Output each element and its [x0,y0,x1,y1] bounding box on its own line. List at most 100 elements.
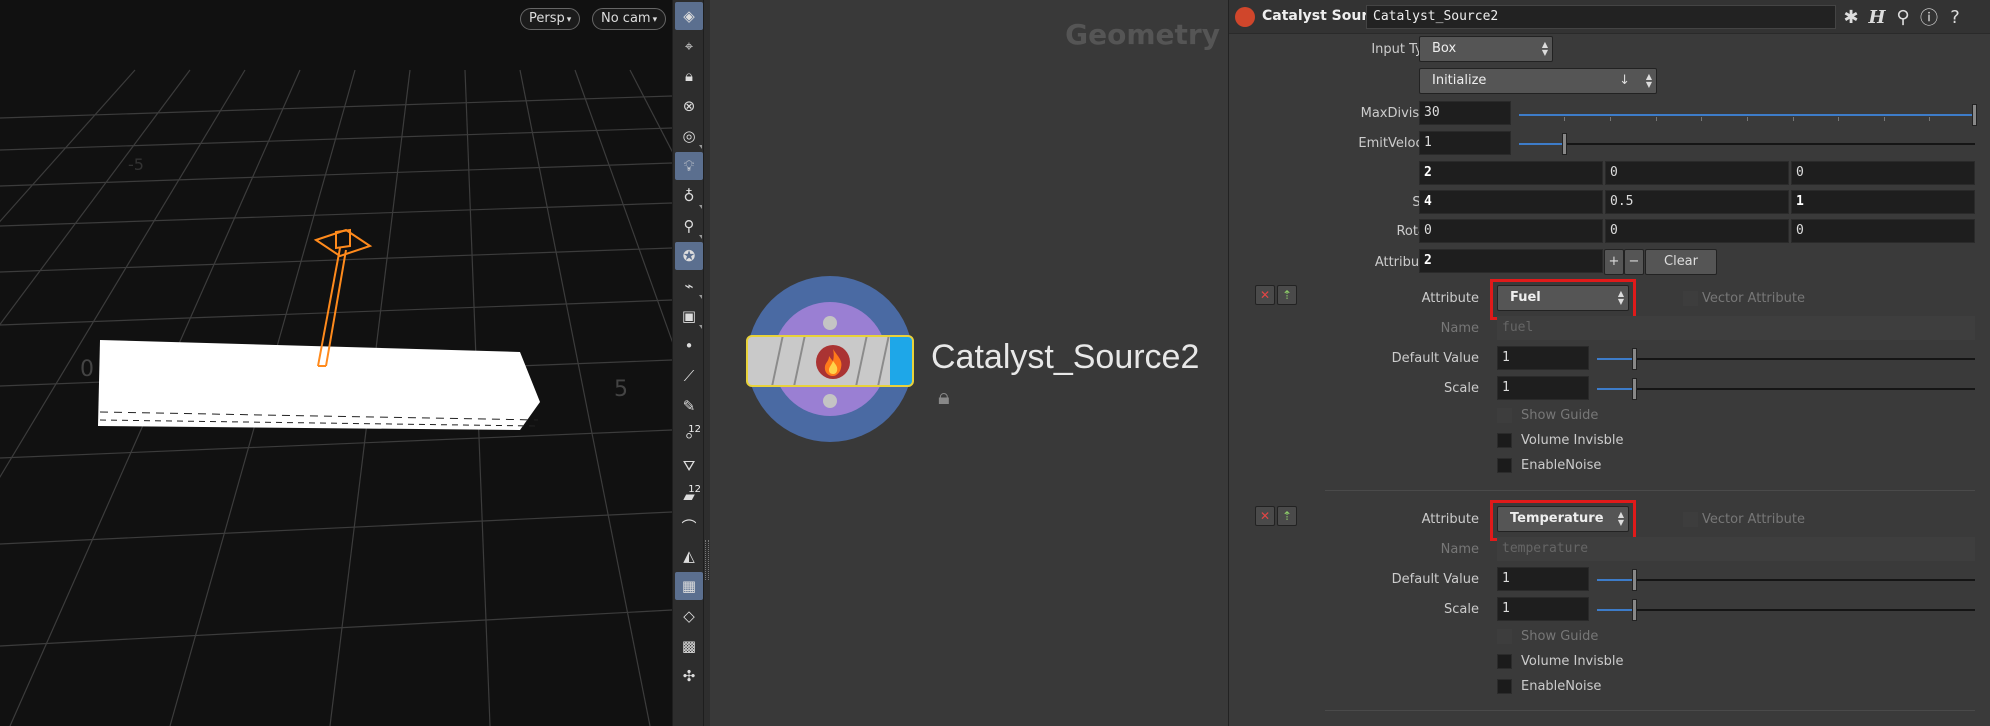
input-type-menu[interactable]: Box ▲ ▼ [1419,36,1553,62]
attr2-scale-slider-fill [1597,609,1635,611]
attr1-scale-slider[interactable] [1597,378,1975,400]
emitvel-slider[interactable] [1519,133,1975,155]
light-button[interactable]: 💡︎ [675,152,703,180]
brush-button[interactable]: ✎ [675,392,703,420]
attr2-default-slider-knob[interactable] [1631,569,1637,591]
gear-icon[interactable]: ✱ [1839,5,1863,29]
attr2-scale-slider[interactable] [1597,599,1975,621]
emitvel-field[interactable]: 1 [1419,131,1511,155]
attr2-default-field[interactable]: 1 [1497,567,1589,591]
snap-button[interactable]: ⌖ [675,32,703,60]
t-y-field[interactable]: 0 [1605,161,1789,185]
dropdown-arrow-icon [699,325,702,329]
t-x-field[interactable]: 2 [1419,161,1603,185]
help-icon[interactable]: ? [1943,5,1967,29]
emitvel-slider-knob[interactable] [1561,133,1567,155]
attr1-volume-invisible-checkbox[interactable] [1497,433,1512,448]
attr2-name-field[interactable]: temperature [1497,537,1975,561]
camera-menu-button[interactable]: No cam ▾ [592,8,667,30]
rotate-y-field[interactable]: 0 [1605,219,1789,243]
transform-handle[interactable] [313,228,373,367]
count-label-icon: 12 [688,424,701,435]
attr2-show-guide-checkbox[interactable] [1497,629,1512,644]
headlight-icon: ♁ [683,187,695,205]
attr1-scale-field[interactable]: 1 [1497,376,1589,400]
materials-button[interactable]: ✪ [675,242,703,270]
checker-button[interactable]: ▦ [675,572,703,600]
attributes-label: Attributes [1374,255,1439,270]
attr2-scale-field[interactable]: 1 [1497,597,1589,621]
spin-arrows-icon: ▲ ▼ [1645,72,1652,89]
attr2-attribute-menu[interactable]: Temperature ▲ ▼ [1497,506,1629,532]
attr2-vector-checkbox[interactable] [1683,512,1698,527]
attr2-volume-invisible-checkbox[interactable] [1497,654,1512,669]
light-link-button[interactable]: ⚲ [675,212,703,240]
shading-button[interactable]: ◎ [675,122,703,150]
scene-viewport[interactable]: 0 5 -5 Persp ▾ No cam ▾ [0,0,672,726]
input-type-label: Input Type [1371,42,1439,57]
catalyst-source-node[interactable] [746,335,914,387]
rotate-x-field[interactable]: 0 [1419,219,1603,243]
size-z-field[interactable]: 1 [1791,190,1975,214]
camera-button[interactable]: ⌁ [675,272,703,300]
point-count-button[interactable]: ⸰ 12 [675,422,703,450]
grid-icon: ◇ [683,607,695,625]
lock-icon[interactable]: 🔒︎ [938,385,950,410]
size-y-field[interactable]: 0.5 [1605,190,1789,214]
search-icon[interactable]: ⚲ [1891,5,1915,29]
texture-button[interactable]: ▩ [675,632,703,660]
size-x-field[interactable]: 4 [1419,190,1603,214]
help-hotkey-icon[interactable]: H [1865,5,1889,29]
attr2-default-slider[interactable] [1597,569,1975,591]
operator-icon[interactable] [1235,7,1255,27]
transform-button[interactable]: ✣ [675,662,703,690]
maxdiv-slider[interactable] [1519,104,1977,126]
attr1-default-slider[interactable] [1597,348,1975,370]
perspective-label: Persp [529,11,565,26]
hide-button[interactable]: ⊗ [675,92,703,120]
operator-name-field[interactable]: Catalyst_Source2 [1366,5,1836,29]
node-output-connector[interactable] [823,394,837,408]
headlight-button[interactable]: ♁ [675,182,703,210]
attr2-scale-slider-knob[interactable] [1631,599,1637,621]
attr1-enable-noise-checkbox[interactable] [1497,458,1512,473]
attr1-show-guide-checkbox[interactable] [1497,408,1512,423]
grid-button[interactable]: ◇ [675,602,703,630]
maxdiv-field[interactable]: 30 [1419,101,1511,125]
node-input-connector[interactable] [823,316,837,330]
node-display-flag[interactable] [890,337,912,385]
source-box-geometry[interactable] [98,340,540,430]
initialize-menu[interactable]: Initialize ↓ ▲ ▼ [1419,68,1657,94]
surface-button[interactable]: ◭ [675,542,703,570]
video-button[interactable]: ▣ [675,302,703,330]
edge-button[interactable]: ⟋ [675,362,703,390]
lock-camera-button[interactable]: 🔒︎ [675,62,703,90]
clear-attributes-button[interactable]: Clear [1645,249,1717,275]
display-options-button[interactable]: ◈ [675,2,703,30]
network-editor[interactable]: Geometry Catalyst_Source2 🔒︎ [710,0,1228,726]
paint-button[interactable]: ⛛ [675,452,703,480]
t-z-field[interactable]: 0 [1791,161,1975,185]
prim-count-button[interactable]: ▰ 12 [675,482,703,510]
attr1-name-field[interactable]: fuel [1497,316,1975,340]
curve-button[interactable]: ⌒ [675,512,703,540]
attr1-vector-checkbox[interactable] [1683,291,1698,306]
remove-attribute-button[interactable]: − [1624,249,1644,275]
splitter-grip[interactable] [705,540,709,580]
point-button[interactable]: • [675,332,703,360]
curve-icon: ⌒ [681,517,697,536]
maxdiv-slider-knob[interactable] [1972,104,1977,126]
divider [1325,490,1975,491]
dropdown-arrow-icon [699,205,702,209]
node-name-label[interactable]: Catalyst_Source2 [931,338,1199,377]
attributes-count-field[interactable]: 2 [1419,249,1603,273]
attr1-attribute-menu[interactable]: Fuel ▲ ▼ [1497,285,1629,311]
attr1-default-slider-knob[interactable] [1631,348,1637,370]
attr1-default-field[interactable]: 1 [1497,346,1589,370]
perspective-menu-button[interactable]: Persp ▾ [520,8,581,30]
info-icon[interactable]: ⓘ [1917,5,1941,29]
rotate-z-field[interactable]: 0 [1791,219,1975,243]
add-attribute-button[interactable]: + [1604,249,1624,275]
attr1-scale-slider-knob[interactable] [1631,378,1637,400]
attr2-enable-noise-checkbox[interactable] [1497,679,1512,694]
